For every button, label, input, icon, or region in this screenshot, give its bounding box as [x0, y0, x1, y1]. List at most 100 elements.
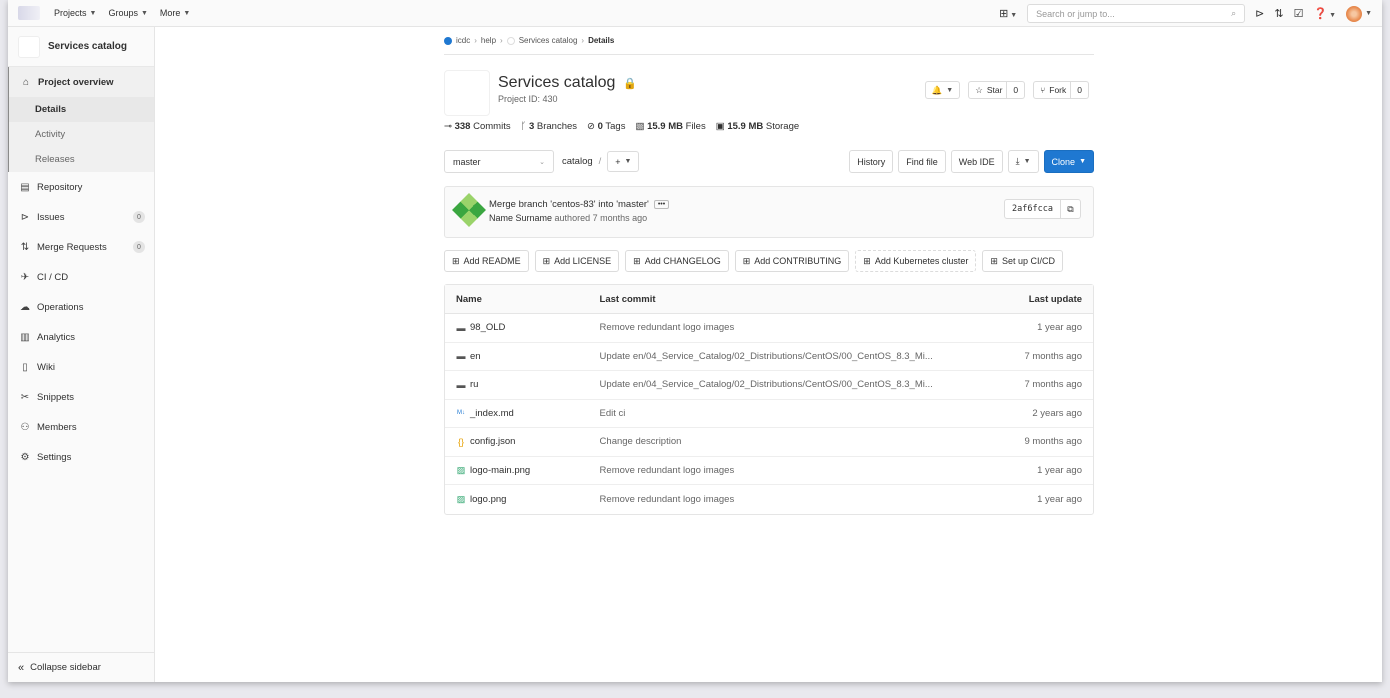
table-row[interactable]: {} config.json Change description 9 month…: [445, 428, 1093, 457]
file-name[interactable]: logo.png: [470, 494, 506, 505]
groups-menu[interactable]: Groups ▼: [108, 8, 147, 18]
file-commit[interactable]: Edit ci: [600, 408, 984, 419]
search-icon: ⌕: [1231, 8, 1237, 18]
file-updated: 1 year ago: [1037, 322, 1083, 334]
sidebar-item-snippets[interactable]: ✂ Snippets: [8, 382, 154, 412]
file-name[interactable]: config.json: [470, 436, 515, 447]
merge-request-icon[interactable]: ⇅: [1274, 7, 1283, 20]
action-label: Add README: [463, 256, 521, 266]
sidebar-item-project-overview[interactable]: ⌂ Project overview: [8, 67, 154, 97]
file-name[interactable]: ru: [470, 379, 478, 390]
file-commit[interactable]: Remove redundant logo images: [600, 494, 984, 505]
sidebar-subitem-releases[interactable]: Releases: [8, 147, 154, 172]
sidebar-item-wiki[interactable]: ▯ Wiki: [8, 352, 154, 382]
user-menu[interactable]: ▼: [1346, 5, 1372, 22]
sidebar-item-operations[interactable]: ☁ Operations: [8, 292, 154, 322]
add-license-button[interactable]: ⊞ Add LICENSE: [534, 250, 620, 272]
file-updated: 7 months ago: [1024, 350, 1083, 362]
commit-sha[interactable]: 2af6fcca: [1004, 199, 1061, 219]
sidebar-item-label: CI / CD: [37, 271, 69, 283]
commit-author-avatar[interactable]: [452, 193, 486, 227]
projects-menu[interactable]: Projects ▼: [54, 8, 96, 18]
chevron-down-icon: ▼: [1023, 158, 1031, 165]
notification-button[interactable]: 🔔 ▼: [924, 81, 961, 99]
add-changelog-button[interactable]: ⊞ Add CHANGELOG: [625, 250, 729, 272]
double-chevron-left-icon: «: [18, 661, 25, 674]
file-name[interactable]: logo-main.png: [470, 465, 530, 476]
commit-author[interactable]: Name Surname: [489, 213, 552, 223]
sidebar-subitem-details[interactable]: Details: [8, 97, 154, 122]
fork-icon: ⑂: [1040, 85, 1046, 95]
new-item-icon[interactable]: ⊞ ▼: [999, 7, 1017, 20]
sidebar-item-label: Project overview: [38, 76, 114, 88]
breadcrumb-subgroup[interactable]: help: [481, 36, 496, 45]
issues-icon[interactable]: ⊳: [1255, 7, 1264, 20]
find-file-button[interactable]: Find file: [898, 150, 946, 173]
file-name[interactable]: _index.md: [470, 408, 514, 419]
breadcrumb-group[interactable]: icdc: [456, 36, 470, 45]
file-commit[interactable]: Change description: [600, 436, 984, 447]
clone-button[interactable]: Clone ▼: [1043, 150, 1094, 173]
search-input[interactable]: Search or jump to... ⌕: [1027, 4, 1246, 23]
file-commit[interactable]: Update en/04_Service_Catalog/02_Distribu…: [600, 379, 984, 390]
sidebar-item-members[interactable]: ⚇ Members: [8, 412, 154, 442]
file-name[interactable]: en: [470, 351, 481, 362]
fork-button[interactable]: ⑂ Fork 0: [1033, 81, 1089, 99]
copy-icon[interactable]: ⧉: [1061, 199, 1081, 219]
star-count[interactable]: 0: [1006, 82, 1018, 98]
more-menu[interactable]: More ▼: [160, 8, 190, 18]
plus-square-icon: ⊞: [990, 255, 998, 266]
breadcrumb-project[interactable]: Services catalog: [519, 36, 578, 45]
fork-count[interactable]: 0: [1070, 82, 1082, 98]
table-row[interactable]: ▬ ru Update en/04_Service_Catalog/02_Dist…: [445, 371, 1093, 400]
add-contributing-button[interactable]: ⊞ Add CONTRIBUTING: [734, 250, 850, 272]
gitlab-logo[interactable]: [18, 6, 40, 20]
sidebar-item-settings[interactable]: ⚙ Settings: [8, 442, 154, 472]
sidebar-project-header[interactable]: Services catalog: [8, 27, 154, 67]
sidebar-item-analytics[interactable]: ▥ Analytics: [8, 322, 154, 352]
file-updated: 9 months ago: [1024, 436, 1083, 448]
table-row[interactable]: ▨ logo.png Remove redundant logo images 1…: [445, 485, 1093, 514]
table-row[interactable]: ▨ logo-main.png Remove redundant logo ima…: [445, 457, 1093, 485]
file-commit[interactable]: Remove redundant logo images: [600, 322, 984, 333]
sidebar-item-issues[interactable]: ⊳ Issues 0: [8, 202, 154, 232]
file-commit[interactable]: Update en/04_Service_Catalog/02_Distribu…: [600, 351, 984, 362]
web-ide-button[interactable]: Web IDE: [950, 150, 1003, 173]
add-kubernetes-button[interactable]: ⊞ Add Kubernetes cluster: [855, 250, 977, 272]
file-commit[interactable]: Remove redundant logo images: [600, 465, 984, 476]
count-badge: 0: [133, 241, 145, 253]
ellipsis-icon[interactable]: •••: [653, 200, 670, 209]
sidebar-subitem-activity[interactable]: Activity: [8, 122, 154, 147]
chevron-down-icon: ▼: [624, 158, 632, 165]
commit-message-link[interactable]: Merge branch 'centos-83' into 'master': [489, 199, 649, 210]
project-avatar-icon: [506, 36, 515, 45]
todo-icon[interactable]: ☑: [1294, 7, 1304, 20]
setup-ci-button[interactable]: ⊞ Set up CI/CD: [982, 250, 1063, 272]
path-segment[interactable]: catalog: [562, 156, 593, 167]
branch-select[interactable]: master ⌄: [444, 150, 554, 173]
count-badge: 0: [133, 211, 145, 223]
file-updated: 7 months ago: [1024, 379, 1083, 391]
toolbar-right: History Find file Web IDE ⤓ ▼ Clone ▼: [849, 150, 1094, 173]
file-name[interactable]: 98_OLD: [470, 322, 505, 333]
history-button[interactable]: History: [849, 150, 894, 173]
add-to-tree-button[interactable]: + ▼: [607, 151, 640, 172]
download-button[interactable]: ⤓ ▼: [1007, 150, 1039, 173]
breadcrumb-current[interactable]: Details: [588, 36, 614, 45]
file-updated: 1 year ago: [1037, 464, 1083, 476]
help-icon[interactable]: ❓ ▼: [1313, 7, 1336, 20]
commit-sha-group: 2af6fcca ⧉: [1004, 199, 1081, 219]
groups-menu-label: Groups: [108, 8, 138, 18]
collapse-sidebar-button[interactable]: « Collapse sidebar: [8, 652, 154, 682]
chevron-down-icon: ▼: [946, 86, 954, 94]
commit-message: Merge branch 'centos-83' into 'master' ••…: [489, 199, 670, 210]
sidebar-item-repository[interactable]: ▤ Repository: [8, 172, 154, 202]
table-row[interactable]: ▬ en Update en/04_Service_Catalog/02_Dist…: [445, 343, 1093, 371]
table-row[interactable]: M↓ _index.md Edit ci 2 years ago: [445, 400, 1093, 428]
sidebar-item-merge-requests[interactable]: ⇅ Merge Requests 0: [8, 232, 154, 262]
star-button[interactable]: ☆ Star 0: [968, 81, 1026, 99]
add-readme-button[interactable]: ⊞ Add README: [444, 250, 529, 272]
plus-square-icon: ⊞: [742, 255, 751, 266]
sidebar-item-ci-cd[interactable]: ✈ CI / CD: [8, 262, 154, 292]
table-row[interactable]: ▬ 98_OLD Remove redundant logo images 1 y…: [445, 314, 1093, 343]
